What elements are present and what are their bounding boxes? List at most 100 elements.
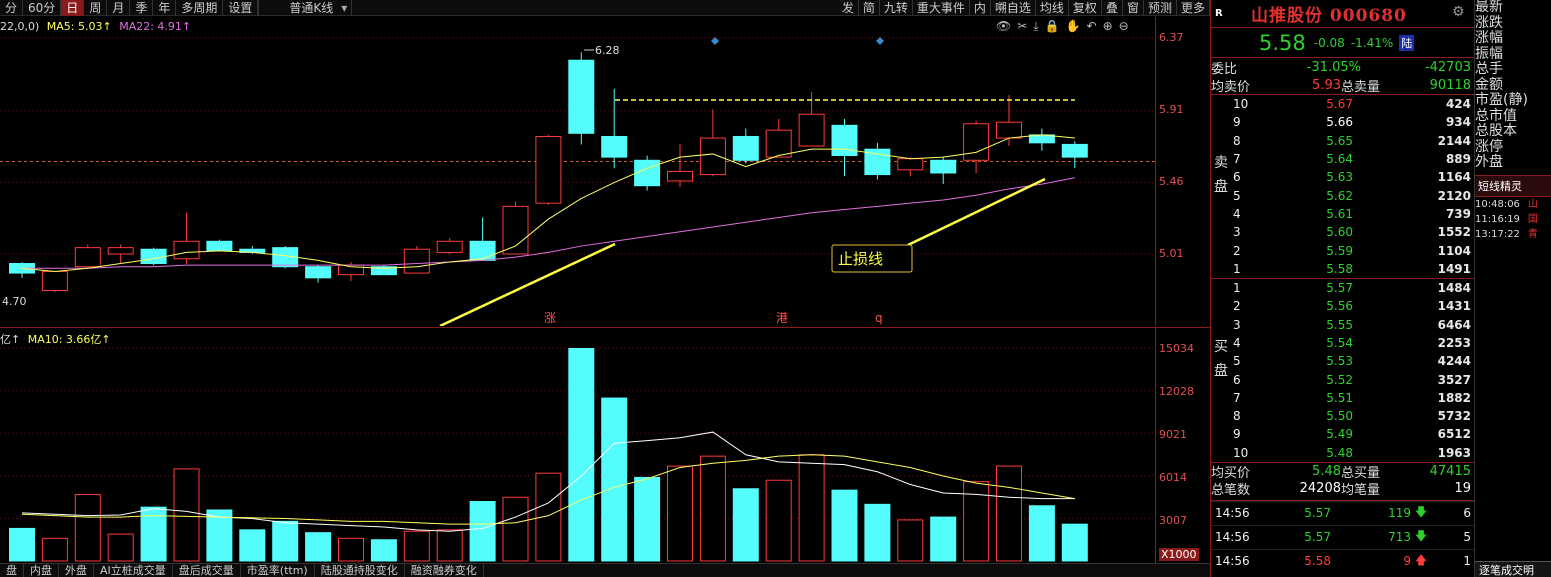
candle-body [502, 205, 529, 255]
level-number: 2 [1233, 299, 1241, 314]
toolbar-action[interactable]: 嗍自选 [991, 0, 1036, 16]
period-tab[interactable]: 分 [0, 0, 24, 16]
volume-bar [74, 493, 101, 562]
short-line-item[interactable]: 11:16:19 国 [1475, 212, 1551, 227]
level-number: 6 [1233, 372, 1241, 387]
order-level[interactable]: 3 5.55 6464 [1211, 316, 1474, 334]
toolbar-action[interactable]: 预测 [1144, 0, 1177, 16]
period-tab[interactable]: 周 [84, 0, 108, 16]
order-level[interactable]: 9 5.66 934 [1211, 113, 1474, 131]
level-number: 10 [1233, 445, 1249, 460]
toolbar-action[interactable]: 内 [970, 0, 991, 16]
last-price: 5.58 [1259, 30, 1306, 55]
order-level[interactable]: 4 5.54 2253 [1211, 334, 1474, 352]
order-level[interactable]: 6 5.52 3527 [1211, 370, 1474, 388]
period-tab[interactable]: 设置 [223, 0, 259, 16]
candle-body [699, 137, 726, 176]
toolbar-action[interactable]: 复权 [1069, 0, 1102, 16]
level-volume: 1164 [1437, 170, 1471, 185]
volume-tick: 3007 [1159, 514, 1187, 527]
volume-bar [9, 527, 35, 562]
event-marker[interactable]: q [875, 311, 883, 325]
side-stat-label: 金额 [1475, 76, 1503, 93]
level-price: 5.61 [1326, 206, 1353, 221]
toolbar-action[interactable]: 重大事件 [913, 0, 970, 16]
period-tab[interactable]: 季 [130, 0, 154, 16]
order-level[interactable]: 5 5.53 4244 [1211, 352, 1474, 370]
period-tab[interactable]: 多周期 [176, 0, 224, 16]
toolbar-action[interactable]: 叠 [1102, 0, 1123, 16]
short-line-item[interactable]: 10:48:06 山 [1475, 197, 1551, 212]
period-tab[interactable]: 日 [61, 0, 85, 16]
side-stat-label: 总手 [1475, 61, 1503, 77]
price-chart[interactable]: 22,0,0) MA5: 5.03↑ MA22: 4.91↑ 👁 ✂ ⤓ 🔒 ✋… [0, 17, 1210, 326]
order-level[interactable]: 4 5.61 739 [1211, 205, 1474, 223]
order-level[interactable]: 6 5.63 1164 [1211, 168, 1474, 186]
level-volume: 889 [1445, 152, 1471, 167]
order-level[interactable]: 10 5.48 1963 [1211, 444, 1474, 462]
candle [601, 88, 628, 169]
side-stat-label: 涨停 [1475, 138, 1503, 155]
order-level[interactable]: 9 5.49 6512 [1211, 425, 1474, 443]
order-level[interactable]: 8 5.65 2144 [1211, 132, 1474, 150]
order-level[interactable]: 8 5.50 5732 [1211, 407, 1474, 425]
order-level[interactable]: 10 5.67 424 [1211, 95, 1474, 113]
order-level[interactable]: 3 5.60 1552 [1211, 223, 1474, 241]
candle-body [765, 129, 792, 158]
total-trades-label: 总笔数 [1211, 483, 1251, 499]
level-volume: 739 [1445, 206, 1471, 221]
side-stat-label: 振幅 [1475, 45, 1503, 62]
side-stat-label: 总股本 [1475, 123, 1517, 139]
short-line-list: 10:48:06 山 11:16:19 国 13:17:22 青 [1475, 197, 1551, 242]
indicator-tab[interactable]: 融资融券变化 [405, 564, 484, 577]
indicator-tab[interactable]: 陆股通持股变化 [315, 564, 405, 577]
indicator-tab[interactable]: 盘 [0, 564, 24, 577]
stop-loss-label: 止损线 [838, 250, 883, 268]
event-marker[interactable]: 涨 [544, 310, 556, 325]
order-level[interactable]: 1 5.57 1484 [1211, 279, 1474, 297]
volume-plot [0, 347, 1155, 562]
volume-bar [1028, 505, 1055, 562]
event-diamond-icon[interactable] [876, 37, 884, 45]
order-level[interactable]: 7 5.64 889 [1211, 150, 1474, 168]
level-number: 10 [1233, 97, 1249, 112]
price-change-pct: -1.41% [1350, 35, 1394, 50]
short-line-title[interactable]: 短线精灵 [1475, 174, 1551, 197]
indicator-tab[interactable]: 盘后成交量 [173, 564, 241, 577]
toolbar-action[interactable]: 窗 [1123, 0, 1144, 16]
stock-title[interactable]: 山推股份 000680 [1251, 1, 1407, 26]
candle-body [140, 248, 167, 265]
volume-bar [831, 489, 858, 562]
arrow-down-icon: 🡇 [1414, 528, 1428, 543]
order-level[interactable]: 5 5.62 2120 [1211, 186, 1474, 204]
candle [469, 217, 496, 261]
toolbar-action[interactable]: 九转 [880, 0, 913, 16]
toolbar-action[interactable]: 发 [838, 0, 859, 16]
period-tab[interactable]: 60分 [23, 0, 62, 16]
indicator-tab[interactable]: 内盘 [24, 564, 59, 577]
period-tab[interactable]: 月 [107, 0, 131, 16]
period-tab[interactable]: 年 [153, 0, 177, 16]
event-marker[interactable]: 港 [776, 311, 788, 325]
avg-trade-value: 19 [1454, 481, 1471, 497]
toolbar-action[interactable]: 均线 [1036, 0, 1069, 16]
volume-chart[interactable]: 亿↑ MA10: 3.66亿↑ 15034 12028 9021 6014 30… [0, 327, 1210, 563]
order-level[interactable]: 2 5.59 1104 [1211, 241, 1474, 259]
order-level[interactable]: 1 5.58 1491 [1211, 260, 1474, 278]
short-line-time: 11:16:19 [1475, 213, 1520, 225]
tick-detail-tab[interactable]: 逐笔成交明 [1475, 561, 1551, 577]
short-line-item[interactable]: 13:17:22 青 [1475, 227, 1551, 242]
kline-type-select[interactable]: 普通K线 [258, 0, 353, 16]
order-level[interactable]: 7 5.51 1882 [1211, 389, 1474, 407]
order-level[interactable]: 2 5.56 1431 [1211, 297, 1474, 315]
candle-body [74, 247, 101, 268]
candle-body [897, 158, 924, 171]
avg-buy-label: 均买价 [1211, 465, 1251, 481]
gear-icon[interactable]: ⚙ [1452, 4, 1465, 20]
toolbar-action[interactable]: 更多 [1177, 0, 1210, 16]
indicator-tab[interactable]: AI立桩成交量 [94, 564, 173, 577]
indicator-tab[interactable]: 市盈率(ttm) [241, 564, 315, 577]
indicator-tab[interactable]: 外盘 [59, 564, 94, 577]
toolbar-action[interactable]: 简 [859, 0, 880, 16]
tick-volume: 713 [1388, 530, 1411, 545]
